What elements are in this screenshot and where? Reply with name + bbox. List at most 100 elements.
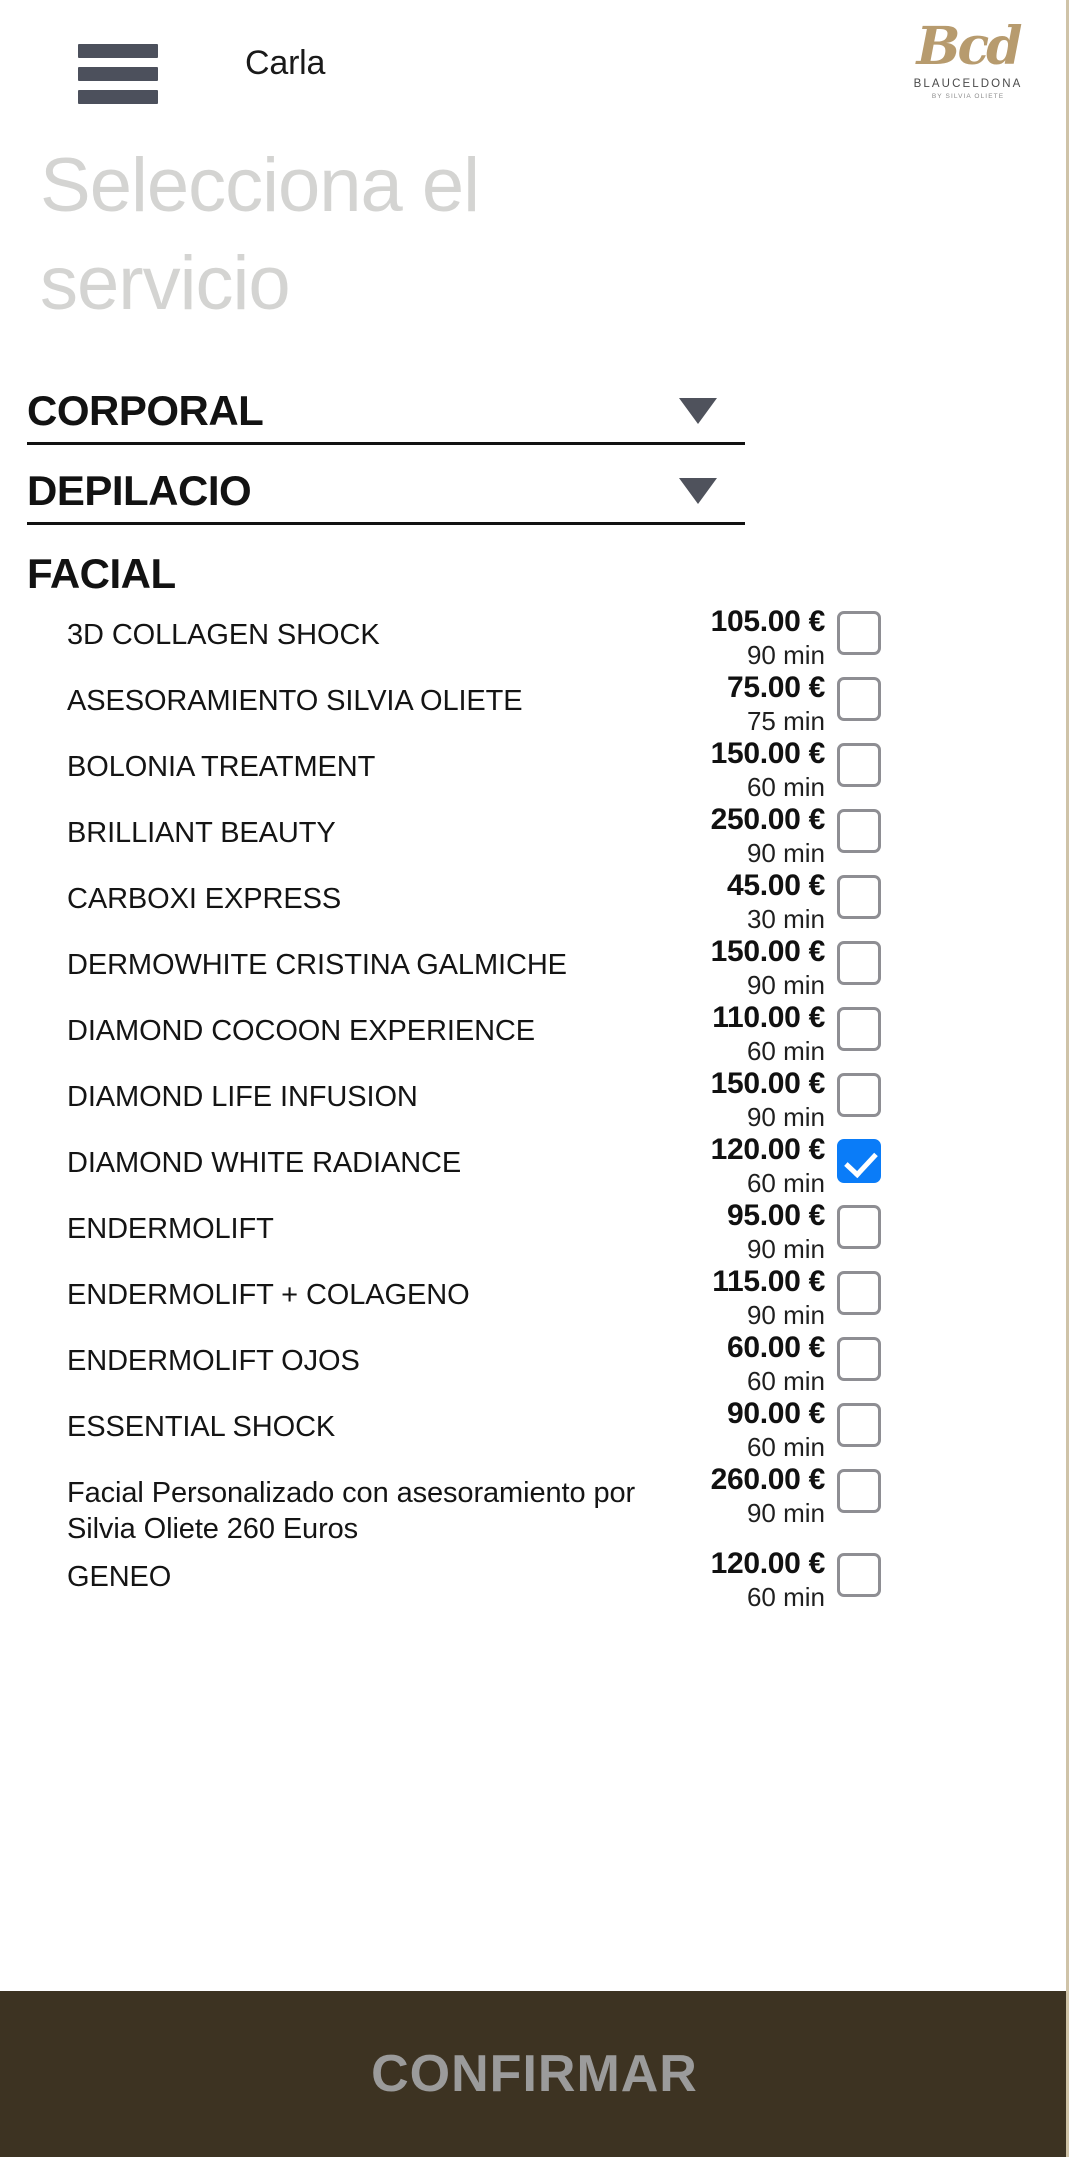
service-price-label: 115.00 €	[712, 1265, 825, 1298]
service-meta: 120.00 €60 min	[687, 1547, 837, 1613]
divider	[27, 442, 745, 445]
service-checkbox[interactable]	[837, 743, 881, 787]
app-header: Carla Bcd BLAUCELDONA BY SILVIA OLIETE	[0, 0, 1066, 122]
service-row[interactable]: ESSENTIAL SHOCK 90.00 €60 min	[0, 1397, 1066, 1463]
service-price-label: 150.00 €	[710, 935, 826, 968]
service-name-label: GENEO	[67, 1561, 172, 1593]
service-price-label: 90.00 €	[727, 1397, 825, 1430]
service-row[interactable]: DIAMOND WHITE RADIANCE 120.00 €60 min	[0, 1133, 1066, 1199]
chevron-down-icon[interactable]	[679, 478, 717, 504]
service-checkbox[interactable]	[837, 1553, 881, 1597]
accordion-header-depilacio[interactable]: DEPILACIO	[27, 460, 745, 522]
brand-logo[interactable]: Bcd BLAUCELDONA BY SILVIA OLIETE	[908, 16, 1028, 101]
service-duration-label: 90 min	[746, 1498, 825, 1528]
service-price-label: 105.00 €	[710, 605, 826, 638]
service-checkbox[interactable]	[837, 1205, 881, 1249]
service-row[interactable]: DIAMOND LIFE INFUSION 150.00 €90 min	[0, 1067, 1066, 1133]
accordion-header-corporal[interactable]: CORPORAL	[27, 380, 745, 442]
service-row[interactable]: GENEO 120.00 €60 min	[0, 1547, 1066, 1613]
service-meta: 45.00 €30 min	[687, 869, 837, 935]
hamburger-menu-icon[interactable]	[78, 44, 158, 104]
brand-name-label: BLAUCELDONA	[913, 78, 1023, 90]
service-checkbox[interactable]	[837, 1271, 881, 1315]
service-checkbox[interactable]	[837, 1403, 881, 1447]
service-meta: 75.00 €75 min	[687, 671, 837, 737]
accordion-label: CORPORAL	[27, 387, 264, 434]
service-meta: 115.00 €90 min	[687, 1265, 837, 1331]
service-checkbox[interactable]	[837, 1337, 881, 1381]
service-duration-label: 30 min	[746, 904, 825, 934]
confirm-button[interactable]: CONFIRMAR	[0, 1991, 1066, 2157]
accordion-label: DEPILACIO	[27, 467, 252, 514]
service-meta: 60.00 €60 min	[687, 1331, 837, 1397]
service-duration-label: 90 min	[746, 838, 825, 868]
accordion-section-facial: FACIAL	[0, 545, 1066, 603]
service-name-label: BRILLIANT BEAUTY	[67, 817, 336, 849]
confirm-button-label: CONFIRMAR	[371, 2045, 698, 2103]
page-title: Selecciona el servicio	[40, 143, 480, 326]
service-meta: 110.00 €60 min	[687, 1001, 837, 1067]
service-meta: 90.00 €60 min	[687, 1397, 837, 1463]
service-duration-label: 90 min	[746, 1300, 825, 1330]
service-meta: 150.00 €90 min	[687, 1067, 837, 1133]
service-row[interactable]: ENDERMOLIFT OJOS 60.00 €60 min	[0, 1331, 1066, 1397]
service-price-label: 120.00 €	[710, 1547, 826, 1580]
service-row[interactable]: CARBOXI EXPRESS 45.00 €30 min	[0, 869, 1066, 935]
hamburger-bar	[78, 44, 158, 58]
service-duration-label: 60 min	[746, 1366, 825, 1396]
service-duration-label: 75 min	[746, 706, 825, 736]
hamburger-bar	[78, 90, 158, 104]
service-name-label: ESSENTIAL SHOCK	[67, 1411, 336, 1443]
accordion-section-depilacio: DEPILACIO	[27, 460, 745, 525]
service-checkbox[interactable]	[837, 611, 881, 655]
service-meta: 150.00 €60 min	[687, 737, 837, 803]
service-checkbox[interactable]	[837, 941, 881, 985]
service-name-label: DERMOWHITE CRISTINA GALMICHE	[67, 949, 567, 981]
service-checkbox[interactable]	[837, 1139, 881, 1183]
brand-mark-icon: Bcd	[916, 16, 1023, 77]
brand-subtitle-label: BY SILVIA OLIETE	[931, 93, 1005, 100]
service-price-label: 250.00 €	[710, 803, 826, 836]
service-meta: 105.00 €90 min	[687, 605, 837, 671]
service-price-label: 60.00 €	[727, 1331, 825, 1364]
service-row[interactable]: ENDERMOLIFT 95.00 €90 min	[0, 1199, 1066, 1265]
divider	[27, 522, 745, 525]
service-price-label: 150.00 €	[710, 737, 826, 770]
app-screen: Carla Bcd BLAUCELDONA BY SILVIA OLIETE S…	[0, 0, 1069, 2157]
accordion-section-corporal: CORPORAL	[27, 380, 745, 445]
service-duration-label: 60 min	[746, 1582, 825, 1612]
service-row[interactable]: Facial Personalizado con asesoramiento p…	[0, 1463, 1066, 1547]
service-name-label: 3D COLLAGEN SHOCK	[67, 619, 380, 651]
chevron-down-icon[interactable]	[679, 398, 717, 424]
service-row[interactable]: ASESORAMIENTO SILVIA OLIETE 75.00 €75 min	[0, 671, 1066, 737]
service-row[interactable]: BRILLIANT BEAUTY 250.00 €90 min	[0, 803, 1066, 869]
user-name-label: Carla	[245, 44, 326, 82]
service-duration-label: 90 min	[746, 970, 825, 1000]
service-list: 3D COLLAGEN SHOCK 105.00 €90 min ASESORAMI…	[0, 605, 1066, 1613]
service-checkbox[interactable]	[837, 1469, 881, 1513]
service-duration-label: 60 min	[746, 772, 825, 802]
service-row[interactable]: ENDERMOLIFT + COLAGENO 115.00 €90 min	[0, 1265, 1066, 1331]
service-price-label: 110.00 €	[712, 1001, 825, 1034]
service-row[interactable]: BOLONIA TREATMENT 150.00 €60 min	[0, 737, 1066, 803]
service-name-label: ENDERMOLIFT	[67, 1213, 274, 1245]
service-row[interactable]: DERMOWHITE CRISTINA GALMICHE 150.00 €90 m…	[0, 935, 1066, 1001]
service-name-label: DIAMOND WHITE RADIANCE	[67, 1147, 462, 1179]
service-duration-label: 60 min	[746, 1168, 825, 1198]
service-name-label: ENDERMOLIFT + COLAGENO	[67, 1279, 470, 1311]
service-price-label: 260.00 €	[710, 1463, 826, 1496]
service-checkbox[interactable]	[837, 677, 881, 721]
service-row[interactable]: 3D COLLAGEN SHOCK 105.00 €90 min	[0, 605, 1066, 671]
service-row[interactable]: DIAMOND COCOON EXPERIENCE 110.00 €60 min	[0, 1001, 1066, 1067]
service-meta: 95.00 €90 min	[687, 1199, 837, 1265]
service-duration-label: 60 min	[746, 1432, 825, 1462]
service-checkbox[interactable]	[837, 1007, 881, 1051]
service-name-label: DIAMOND LIFE INFUSION	[67, 1081, 418, 1113]
service-meta: 120.00 €60 min	[687, 1133, 837, 1199]
service-price-label: 120.00 €	[710, 1133, 826, 1166]
service-checkbox[interactable]	[837, 809, 881, 853]
accordion-header-facial[interactable]: FACIAL	[27, 545, 1066, 603]
service-checkbox[interactable]	[837, 1073, 881, 1117]
service-checkbox[interactable]	[837, 875, 881, 919]
service-name-label: DIAMOND COCOON EXPERIENCE	[67, 1015, 535, 1047]
